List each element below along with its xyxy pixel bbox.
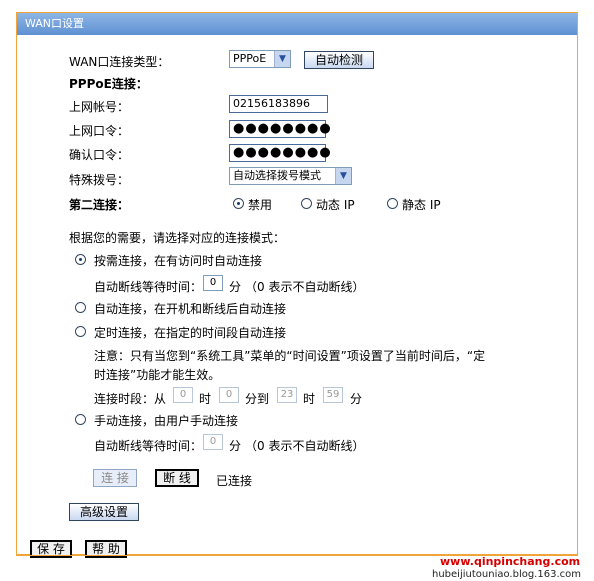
chevron-down-icon: ▼ (274, 51, 290, 67)
manual-wait-input[interactable]: 0 (203, 434, 223, 450)
account-input[interactable]: 02156183896 (229, 95, 328, 113)
second-conn-disable-radio[interactable] (233, 198, 244, 209)
scheduled-note-line2: 时连接”功能才能生效。 (94, 368, 221, 382)
watermark-blog: hubeijiutouniao.blog.163.com (432, 569, 581, 580)
period-to-hour-input[interactable]: 23 (277, 387, 297, 403)
conn-type-select[interactable]: PPPoE ▼ (229, 50, 291, 68)
period-minute-label: 分 (350, 392, 363, 406)
dial-mode-select[interactable]: 自动选择拨号模式 ▼ (229, 167, 352, 185)
chevron-down-icon: ▼ (335, 168, 351, 184)
dial-mode-value: 自动选择拨号模式 (233, 169, 321, 182)
period-hour-label: 时 (199, 392, 212, 406)
panel-title: WAN口设置 (17, 13, 577, 35)
password-label: 上网口令： (69, 124, 130, 138)
confirm-password-label: 确认口令： (69, 148, 130, 162)
conn-type-value: PPPoE (233, 52, 267, 65)
mode-scheduled-radio[interactable] (75, 326, 86, 337)
on-demand-wait-note: （0 表示不自动断线） (245, 280, 365, 294)
auto-detect-button[interactable]: 自动检测 (304, 51, 374, 69)
on-demand-wait-label: 自动断线等待时间： (94, 280, 203, 294)
scheduled-note-line1: 注意：只有当您到“系统工具”菜单的“时间设置”项设置了当前时间后，“定 (94, 349, 486, 363)
password-input[interactable]: ●●●●●●●● (229, 120, 331, 138)
second-conn-disable-label: 禁用 (248, 198, 273, 212)
period-from-minute-input[interactable]: 0 (219, 387, 239, 403)
second-conn-static-label: 静态 IP (402, 198, 441, 212)
manual-wait-note: （0 表示不自动断线） (245, 439, 365, 453)
mode-scheduled-label: 定时连接，在指定的时间段自动连接 (94, 326, 287, 340)
mode-auto-radio[interactable] (75, 302, 86, 313)
second-conn-static-radio[interactable] (387, 198, 398, 209)
second-conn-label: 第二连接： (69, 198, 130, 212)
mode-on-demand-label: 按需连接，在有访问时自动连接 (94, 254, 263, 268)
period-label: 连接时段：从 (94, 392, 167, 406)
advanced-settings-button[interactable]: 高级设置 (69, 503, 139, 521)
mode-on-demand-radio[interactable] (75, 254, 86, 265)
dial-mode-label: 特殊拨号： (69, 173, 130, 187)
second-conn-dynamic-radio[interactable] (301, 198, 312, 209)
second-conn-dynamic-label: 动态 IP (316, 198, 355, 212)
account-label: 上网帐号： (69, 100, 130, 114)
confirm-password-input[interactable]: ●●●●●●●● (229, 144, 331, 162)
mode-manual-label: 手动连接，由用户手动连接 (94, 414, 239, 428)
connect-button[interactable]: 连 接 (93, 469, 137, 487)
mode-auto-label: 自动连接，在开机和断线后自动连接 (94, 302, 287, 316)
pppoe-section-title: PPPoE连接： (69, 77, 148, 91)
manual-wait-label: 自动断线等待时间： (94, 439, 203, 453)
watermark-site: www.qinpinchang.com (440, 555, 581, 568)
mode-prompt: 根据您的需要，请选择对应的连接模式： (69, 231, 286, 245)
period-to-minute-input[interactable]: 59 (323, 387, 343, 403)
disconnect-button[interactable]: 断 线 (155, 469, 199, 487)
mode-manual-radio[interactable] (75, 414, 86, 425)
period-to-label: 分到 (245, 392, 270, 406)
period-from-hour-input[interactable]: 0 (173, 387, 193, 403)
period-hour-label-2: 时 (303, 392, 316, 406)
on-demand-wait-input[interactable]: 0 (203, 275, 223, 291)
conn-type-label: WAN口连接类型： (69, 55, 170, 69)
connection-status: 已连接 (216, 474, 253, 488)
on-demand-wait-unit: 分 (229, 280, 242, 294)
manual-wait-unit: 分 (229, 439, 242, 453)
